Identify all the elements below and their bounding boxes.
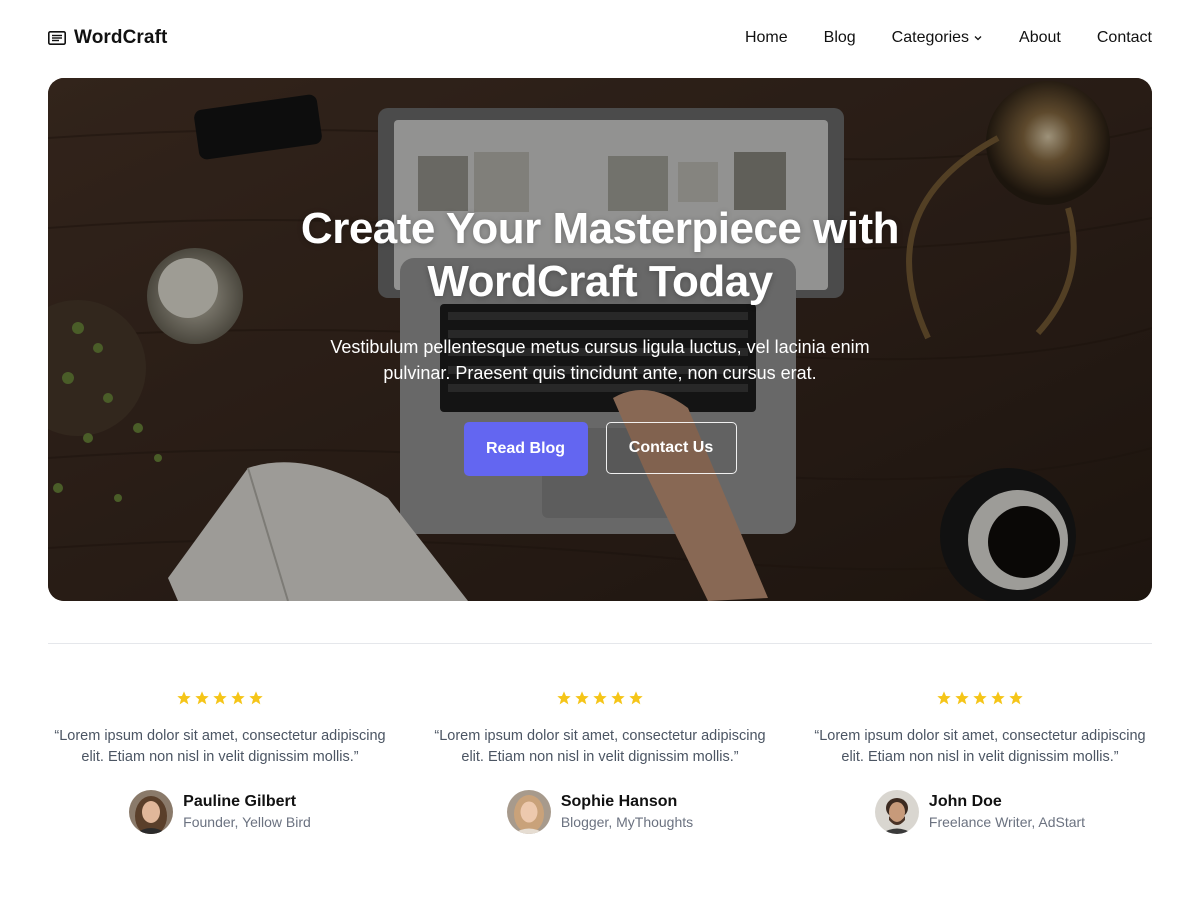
testimonial-author: Pauline Gilbert Founder, Yellow Bird: [48, 790, 392, 834]
hero-actions: Read Blog Contact Us: [48, 422, 1152, 476]
nav-item-label: Blog: [823, 29, 856, 46]
author-name: Pauline Gilbert: [183, 793, 297, 810]
testimonial-quote: “Lorem ipsum dolor sit amet, consectetur…: [54, 728, 386, 765]
avatar: [129, 790, 174, 834]
section-divider: [48, 643, 1152, 644]
hero-content: Create Your Masterpiece with WordCraft T…: [48, 202, 1152, 476]
star-icon: [231, 691, 245, 705]
star-rating: [428, 690, 772, 710]
testimonial-quote: “Lorem ipsum dolor sit amet, consectetur…: [434, 728, 766, 765]
hero-title: Create Your Masterpiece with WordCraft T…: [300, 204, 900, 306]
avatar: [506, 790, 551, 834]
read-blog-button[interactable]: Read Blog: [463, 422, 588, 476]
testimonial-card: “Lorem ipsum dolor sit amet, consectetur…: [48, 690, 392, 834]
star-icon: [629, 691, 643, 705]
star-icon: [991, 691, 1005, 705]
star-icon: [593, 691, 607, 705]
nav-item-label: Home: [744, 29, 788, 46]
star-icon: [611, 691, 625, 705]
star-icon: [213, 691, 227, 705]
chevron-down-icon: [974, 36, 982, 41]
testimonial-card: “Lorem ipsum dolor sit amet, consectetur…: [808, 690, 1152, 834]
star-icon: [955, 691, 969, 705]
star-icon: [557, 691, 571, 705]
star-rating: [48, 690, 392, 710]
author-role: Freelance Writer, AdStart: [928, 814, 1086, 830]
site-header: WordCraft Home Blog Categories About Con…: [48, 0, 1152, 76]
brand-name: WordCraft: [74, 27, 168, 48]
author-name: Sophie Hanson: [560, 793, 678, 810]
nav-item-label: About: [1019, 29, 1061, 46]
testimonials-section: “Lorem ipsum dolor sit amet, consectetur…: [48, 690, 1152, 834]
avatar: [874, 790, 919, 834]
nav-item-about[interactable]: About: [1019, 29, 1061, 47]
star-icon: [177, 691, 191, 705]
star-icon: [249, 691, 263, 705]
nav-item-blog[interactable]: Blog: [824, 29, 856, 47]
star-icon: [937, 691, 951, 705]
star-icon: [1009, 691, 1023, 705]
author-role: Blogger, MyThoughts: [560, 814, 694, 830]
nav-item-home[interactable]: Home: [745, 29, 788, 47]
author-role: Founder, Yellow Bird: [183, 814, 311, 830]
testimonial-quote: “Lorem ipsum dolor sit amet, consectetur…: [814, 728, 1146, 765]
testimonial-author: John Doe Freelance Writer, AdStart: [808, 790, 1152, 834]
brand-logo[interactable]: WordCraft: [48, 27, 167, 49]
testimonial-card: “Lorem ipsum dolor sit amet, consectetur…: [428, 690, 772, 834]
hero-section: Create Your Masterpiece with WordCraft T…: [48, 78, 1152, 601]
star-icon: [973, 691, 987, 705]
contact-us-button[interactable]: Contact Us: [605, 422, 737, 474]
hero-subtitle: Vestibulum pellentesque metus cursus lig…: [330, 337, 870, 383]
nav-item-categories[interactable]: Categories: [892, 29, 983, 47]
nav-item-contact[interactable]: Contact: [1097, 29, 1152, 47]
author-name: John Doe: [928, 793, 1002, 810]
nav-item-label: Contact: [1096, 29, 1152, 46]
testimonial-author: Sophie Hanson Blogger, MyThoughts: [428, 790, 772, 834]
star-icon: [575, 691, 589, 705]
star-icon: [195, 691, 209, 705]
nav-item-label: Categories: [891, 29, 970, 46]
star-rating: [808, 690, 1152, 710]
newspaper-icon: [48, 31, 66, 45]
main-nav: Home Blog Categories About Contact: [745, 29, 1152, 47]
